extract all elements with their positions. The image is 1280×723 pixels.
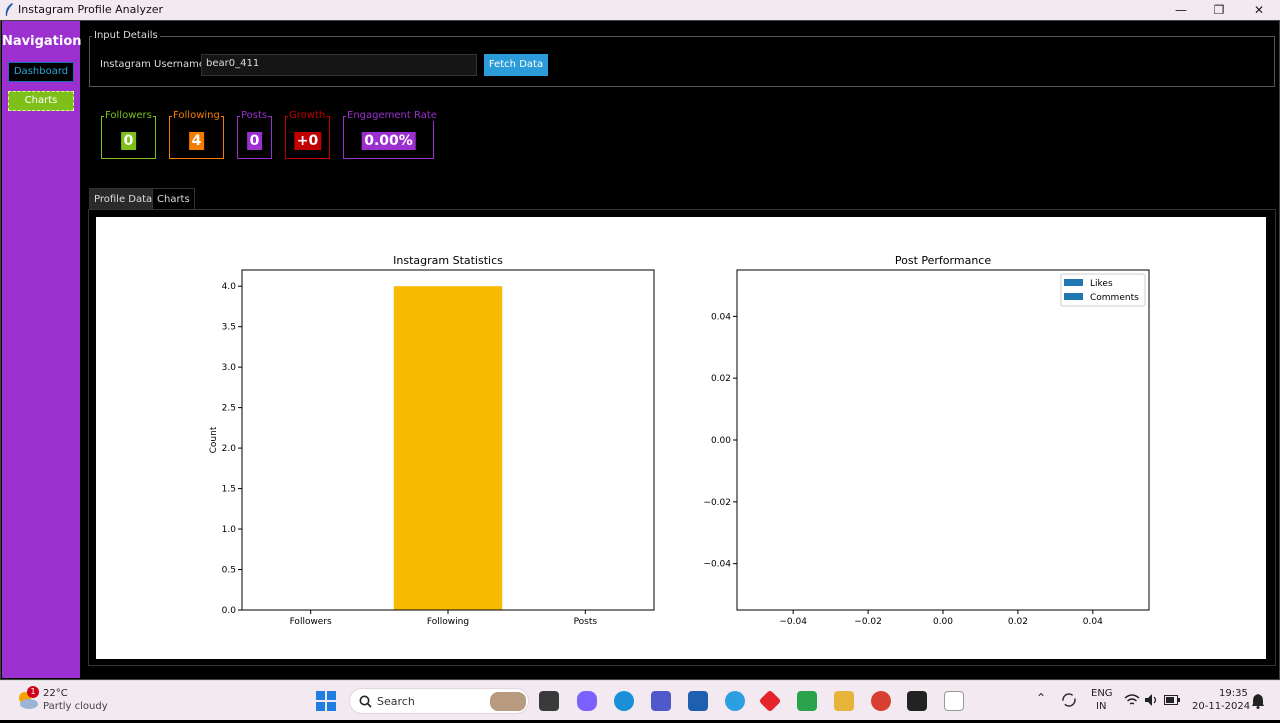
stat-growth-value: +0	[293, 132, 322, 150]
sidebar: Navigation Dashboard Charts	[2, 21, 82, 678]
input-details-legend: Input Details	[92, 30, 160, 41]
minimize-button[interactable]: —	[1161, 1, 1201, 19]
x-tick-label: Following	[427, 617, 469, 627]
title-bar: Instagram Profile Analyzer — ❐ ✕	[0, 0, 1280, 20]
y-tick-label: 1.5	[222, 485, 236, 495]
y-tick-label: −0.02	[703, 498, 731, 508]
search-highlight-image	[490, 692, 526, 711]
stat-followers-label: Followers	[104, 110, 153, 121]
legend-comments-swatch	[1064, 293, 1083, 300]
stat-following: Following 4	[169, 110, 224, 159]
git-icon[interactable]	[758, 689, 782, 713]
stat-growth: Growth +0	[285, 110, 330, 159]
y-tick-label: 0.0	[222, 606, 237, 616]
x-tick-label: Posts	[574, 617, 598, 627]
y-tick-label: 0.04	[711, 312, 731, 322]
battery-icon[interactable]	[1164, 694, 1180, 706]
restore-button[interactable]: ❐	[1199, 1, 1239, 19]
terminal-icon[interactable]	[907, 691, 927, 711]
fetch-data-button[interactable]: Fetch Data	[484, 54, 548, 76]
taskbar-search[interactable]: Search	[349, 688, 529, 714]
notification-bell-icon[interactable]	[1251, 693, 1265, 709]
store-icon[interactable]	[688, 691, 708, 711]
bar-following	[393, 286, 503, 610]
x-tick-label: 0.04	[1083, 617, 1103, 627]
stat-following-value: 4	[188, 132, 205, 150]
chart-canvas: Instagram Statistics Count 0.0 0.5 1.0 1.5 2…	[96, 217, 1266, 659]
y-tick-label: 3.5	[222, 323, 236, 333]
teams-icon[interactable]	[651, 691, 671, 711]
username-input[interactable]: bear0_411	[201, 54, 477, 76]
feather-icon	[5, 3, 13, 16]
input-details-group: Input Details Instagram Username: bear0_…	[89, 30, 1275, 87]
python-icon[interactable]	[725, 691, 745, 711]
chart1-ylabel: Count	[209, 426, 219, 453]
stat-following-label: Following	[172, 110, 221, 121]
copilot-icon[interactable]	[577, 691, 597, 711]
y-tick-label: 0.00	[711, 436, 731, 446]
username-label: Instagram Username:	[100, 59, 209, 70]
legend-likes-label: Likes	[1090, 279, 1113, 289]
y-tick-label: 0.02	[711, 374, 731, 384]
chart1-title: Instagram Statistics	[393, 254, 503, 267]
notepad-icon[interactable]	[944, 691, 964, 711]
file-explorer-icon[interactable]	[834, 691, 854, 711]
y-tick-label: 3.0	[222, 363, 237, 373]
taskbar: 1 22°C Partly cloudy Search ⌃ ENG IN 19:…	[0, 680, 1280, 720]
y-tick-label: 2.5	[222, 404, 236, 414]
chart2-legend: Likes Comments	[1060, 273, 1146, 307]
y-tick-label: 2.0	[222, 444, 237, 454]
edge-icon[interactable]	[614, 691, 634, 711]
x-tick-label: −0.02	[854, 617, 882, 627]
x-tick-label: −0.04	[779, 617, 807, 627]
legend-likes-swatch	[1064, 279, 1083, 286]
y-tick-label: 0.5	[222, 566, 236, 576]
x-tick-label: Followers	[290, 617, 332, 627]
stat-followers: Followers 0	[101, 110, 156, 159]
stat-engagement-value: 0.00%	[361, 132, 416, 150]
x-tick-label: 0.02	[1008, 617, 1028, 627]
charts-svg: Instagram Statistics Count 0.0 0.5 1.0 1.5 2…	[209, 254, 1150, 627]
y-tick-label: 1.0	[222, 525, 237, 535]
stat-engagement-label: Engagement Rate	[346, 110, 438, 121]
stat-followers-value: 0	[120, 132, 137, 150]
chrome-icon[interactable]	[871, 691, 891, 711]
stat-posts-value: 0	[246, 132, 263, 150]
search-label: Search	[377, 695, 415, 708]
stat-engagement: Engagement Rate 0.00%	[343, 110, 438, 159]
nav-charts-button[interactable]: Charts	[8, 91, 74, 111]
chart2-frame	[736, 269, 1150, 611]
task-view-icon[interactable]	[539, 691, 559, 711]
google-drive-icon[interactable]	[797, 691, 817, 711]
stat-posts-label: Posts	[240, 110, 269, 121]
x-tick-label: 0.00	[933, 617, 953, 627]
search-icon	[359, 695, 372, 708]
volume-icon[interactable]	[1144, 693, 1158, 707]
windows-start-icon[interactable]	[316, 691, 336, 711]
sync-icon[interactable]	[1061, 692, 1077, 708]
close-button[interactable]: ✕	[1239, 1, 1279, 19]
y-tick-label: −0.04	[703, 560, 731, 570]
window-title: Instagram Profile Analyzer	[18, 3, 164, 16]
nav-title: Navigation	[2, 34, 82, 49]
wifi-icon[interactable]	[1124, 693, 1140, 707]
stat-posts: Posts 0	[237, 110, 272, 159]
tab-charts[interactable]: Charts	[152, 188, 195, 210]
y-tick-label: 4.0	[222, 282, 237, 292]
stat-growth-label: Growth	[288, 110, 327, 121]
tray-chevron-up-icon[interactable]: ⌃	[1036, 691, 1046, 713]
tab-profile-data[interactable]: Profile Data	[89, 188, 158, 210]
weather-badge: 1	[27, 686, 39, 698]
chart2-title: Post Performance	[895, 254, 991, 267]
nav-dashboard-button[interactable]: Dashboard	[8, 62, 74, 82]
legend-comments-label: Comments	[1090, 293, 1139, 303]
